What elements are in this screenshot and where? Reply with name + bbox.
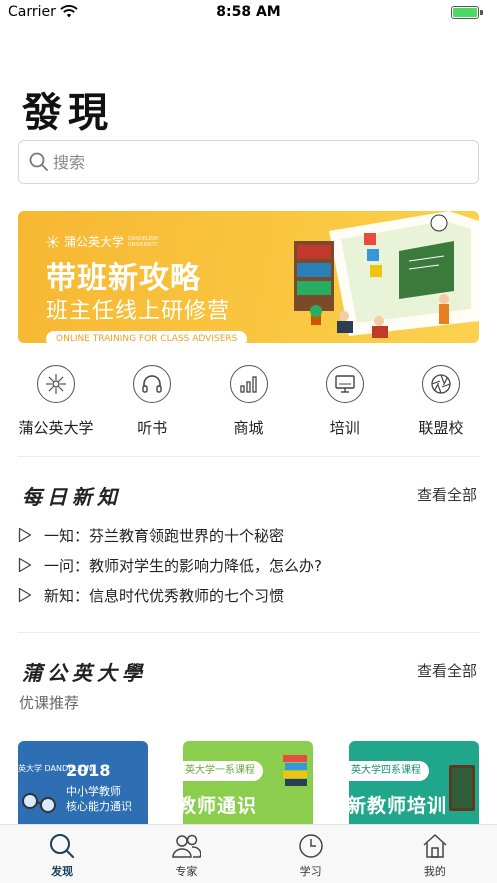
course-card-pill: 英大学一系课程 [183,761,263,781]
course-card-title: 教师通识 [183,795,258,817]
tab-label: 发现 [51,865,74,878]
classroom-illustration [294,211,479,338]
quick-nav-mall[interactable]: 商城 [201,360,297,440]
books-icon [283,755,307,786]
quick-nav: 蒲公英大学 听书 商城 培训 联盟校 [0,360,497,440]
news-item-prefix: 一问： [44,556,90,575]
tab-label: 专家 [175,865,198,878]
glasses-icon [22,793,56,813]
news-item-text: 教师对学生的影响力降低，怎么办? [89,556,322,575]
search-input[interactable] [53,141,463,183]
tab-bar: 发现 专家 学习 我的 [0,824,497,883]
banner-tag: ONLINE TRAINING FOR CLASS ADVISERS [46,331,248,343]
bar-chart-icon [229,365,268,403]
divider [18,632,479,633]
page-title: 發現 [22,89,114,136]
search-icon [29,152,48,171]
news-item-text: 信息时代优秀教师的七个习惯 [89,586,285,605]
clock-icon [298,834,323,858]
daily-news-list: 一知： 芬兰教育领跑世界的十个秘密 一问： 教师对学生的影响力降低，怎么办? 新… [18,520,479,610]
tab-experts[interactable]: 专家 [124,825,248,883]
daily-section-title: 每日新知 [22,485,122,509]
university-subtitle: 优课推荐 [19,694,80,712]
tab-label: 我的 [423,865,446,878]
tab-mine[interactable]: 我的 [373,825,497,883]
news-item-text: 芬兰教育领跑世界的十个秘密 [89,526,285,545]
banner-brand-english: DANDELION UNIVERSITY [128,235,158,248]
people-icon [172,834,202,858]
course-card-title: 新教师培训 [349,795,448,817]
promo-banner[interactable]: 蒲公英大学 DANDELION UNIVERSITY 带班新攻略 班主任线上研修营… [18,211,479,343]
quick-nav-dandelion-university[interactable]: 蒲公英大学 [8,360,104,440]
course-card[interactable]: 英大学四系课程 新教师培训 [349,741,479,824]
banner-title: 带班新攻略 [46,261,201,296]
monitor-icon [325,365,364,403]
banner-brand: 蒲公英大学 DANDELION UNIVERSITY [46,233,158,250]
banner-brand-name: 蒲公英大学 [64,235,125,249]
quick-nav-alliance-schools[interactable]: 联盟校 [393,360,489,440]
news-item-prefix: 新知： [44,586,90,605]
chalkboard-icon [449,765,475,811]
quick-nav-label: 听书 [137,419,168,437]
play-icon [18,557,34,573]
aperture-icon [422,365,460,403]
course-card-year: 2018 [66,761,111,780]
news-item[interactable]: 新知： 信息时代优秀教师的七个习惯 [18,580,479,610]
divider [18,456,479,457]
banner-subtitle: 班主任线上研修营 [46,299,231,324]
battery-icon [451,6,479,19]
search-icon [50,834,75,858]
tab-study[interactable]: 学习 [249,825,373,883]
quick-nav-audiobook[interactable]: 听书 [104,360,200,440]
quick-nav-label: 蒲公英大学 [18,419,94,437]
course-card[interactable]: 英大学一系课程 教师通识 [183,741,313,824]
play-icon [18,587,34,603]
course-card-pill: 英大学四系课程 [349,761,429,781]
news-item[interactable]: 一知： 芬兰教育领跑世界的十个秘密 [18,520,479,550]
headphones-icon [133,365,172,403]
quick-nav-label: 培训 [329,419,360,437]
dandelion-icon [37,365,75,403]
course-card-line: 核心能力通识 [66,800,132,813]
daily-view-all-link[interactable]: 查看全部 [417,484,477,505]
dandelion-logo-icon [46,235,60,248]
course-carousel[interactable]: 英大学 DANDELION 2018 中小学教师 核心能力通识 英大学一系课程 … [18,741,497,824]
news-item-prefix: 一知： [44,526,90,545]
battery-tip [480,10,483,15]
quick-nav-label: 联盟校 [418,419,464,437]
university-view-all-link[interactable]: 查看全部 [417,660,477,681]
home-icon [423,834,447,858]
play-icon [18,527,34,543]
tab-label: 学习 [299,865,322,878]
quick-nav-training[interactable]: 培训 [297,360,393,440]
search-box[interactable] [18,140,479,184]
course-card-line: 中小学教师 [66,785,121,798]
news-item[interactable]: 一问： 教师对学生的影响力降低，怎么办? [18,550,479,580]
course-card[interactable]: 英大学 DANDELION 2018 中小学教师 核心能力通识 [18,741,148,824]
tab-discover[interactable]: 发现 [0,825,124,883]
quick-nav-label: 商城 [233,419,264,437]
clock-time: 8:58 AM [216,4,281,20]
university-section-title: 蒲公英大學 [22,661,147,685]
status-bar: Carrier 8:58 AM [0,0,497,26]
